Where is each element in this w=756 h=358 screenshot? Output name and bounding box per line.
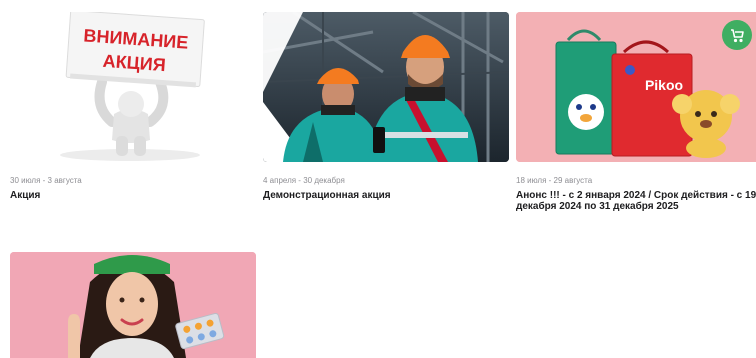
brand-text: Pikoo (645, 77, 683, 93)
promo-dates-3: 18 июля - 29 августа (516, 176, 593, 185)
promo-dates-2: 4 апреля - 30 декабря (263, 176, 345, 185)
attention-sign-illustration: ВНИМАНИЕ АКЦИЯ (60, 12, 205, 161)
promo-card-3[interactable]: Pikoo 18 июля - 29 августа Анонс !!! - с… (516, 12, 756, 212)
promo-image-2[interactable] (263, 12, 509, 162)
promo-title-1[interactable]: Акция (10, 190, 256, 201)
promo-card-2[interactable]: 4 апреля - 30 декабря Демонстрационная а… (263, 12, 509, 201)
promo-image-1[interactable]: ВНИМАНИЕ АКЦИЯ (10, 12, 256, 162)
promo-image-4[interactable] (10, 252, 256, 358)
promo-card-4[interactable] (10, 252, 256, 358)
promo-title-2[interactable]: Демонстрационная акция (263, 190, 509, 201)
promotions-grid: ВНИМАНИЕ АКЦИЯ 30 июля - 3 августа Акция (0, 0, 756, 358)
diaper-packages-photo: Pikoo (516, 12, 756, 162)
promo-image-3[interactable]: Pikoo (516, 12, 756, 162)
promo-card-1[interactable]: ВНИМАНИЕ АКЦИЯ 30 июля - 3 августа Акция (10, 12, 256, 201)
industrial-workers-photo (263, 12, 509, 162)
stroller-icon (731, 29, 744, 43)
promo-title-3[interactable]: Анонс !!! - с 2 января 2024 / Срок дейст… (516, 190, 756, 212)
woman-with-pills-photo (10, 252, 256, 358)
stroller-badge[interactable] (722, 20, 752, 50)
promo-dates-1: 30 июля - 3 августа (10, 176, 82, 185)
